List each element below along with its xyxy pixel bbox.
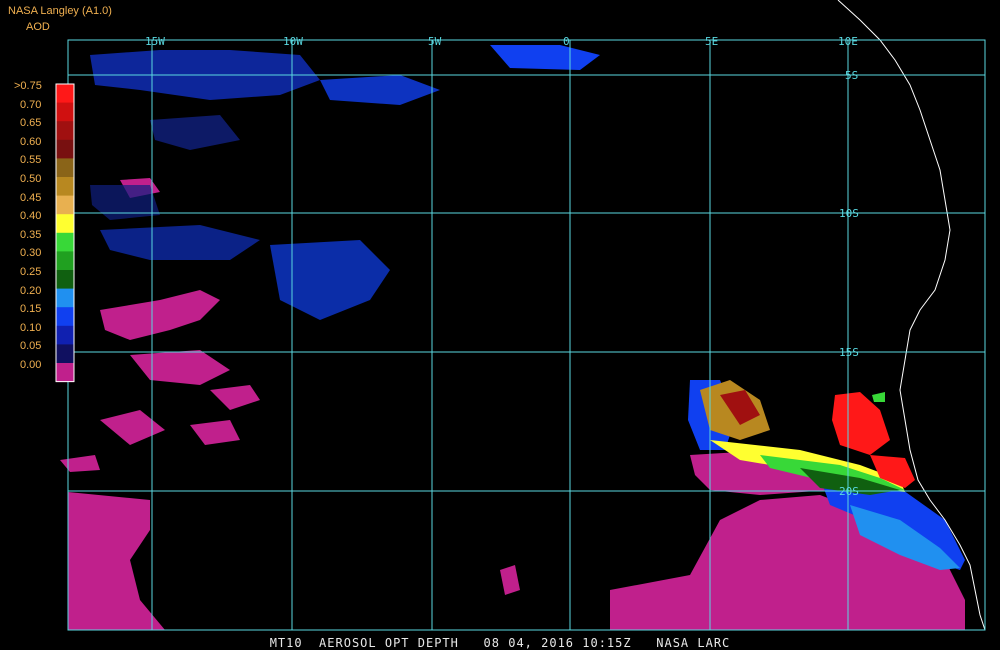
lat-label: 10S [839,207,859,220]
footer-caption: MT10 AEROSOL OPT DEPTH 08 04, 2016 10:15… [269,636,731,650]
lat-label: 20S [839,485,859,498]
legend-tick-label: 0.05 [20,340,42,353]
aod-map: 15W 10W 5W 0 5E 10E 5S 10S 15S 20S [0,0,1000,650]
legend-tick-label: 0.50 [20,173,42,185]
legend-tick-label: 0.15 [20,303,42,316]
legend-tick-label: 0.45 [20,191,42,204]
lon-label: 5E [705,35,718,48]
lon-label: 5W [428,35,442,48]
product-label: AOD [26,21,50,33]
lon-label: 10E [838,35,858,48]
legend-tick-label: 0.60 [20,135,42,148]
source-label: NASA Langley (A1.0) [8,5,112,17]
legend-tick-label: >0.75 [14,80,42,92]
legend-tick-label: 0.00 [20,359,42,371]
lat-label: 5S [845,69,858,82]
legend-tick-label: 0.25 [20,266,42,278]
legend-tick-label: 0.10 [20,321,42,334]
legend-tick-label: 0.40 [20,210,42,223]
lon-label: 10W [283,35,303,48]
legend-tick-label: 0.20 [20,284,42,297]
lat-label: 15S [839,346,859,359]
legend-tick-label: 0.35 [20,228,42,241]
lon-label: 15W [145,35,165,48]
legend-tick-label: 0.65 [20,117,42,130]
legend-tick-label: 0.70 [20,98,42,111]
legend-tick-label: 0.55 [20,154,42,167]
lon-label: 0 [563,35,570,48]
legend-tick-label: 0.30 [20,247,42,260]
